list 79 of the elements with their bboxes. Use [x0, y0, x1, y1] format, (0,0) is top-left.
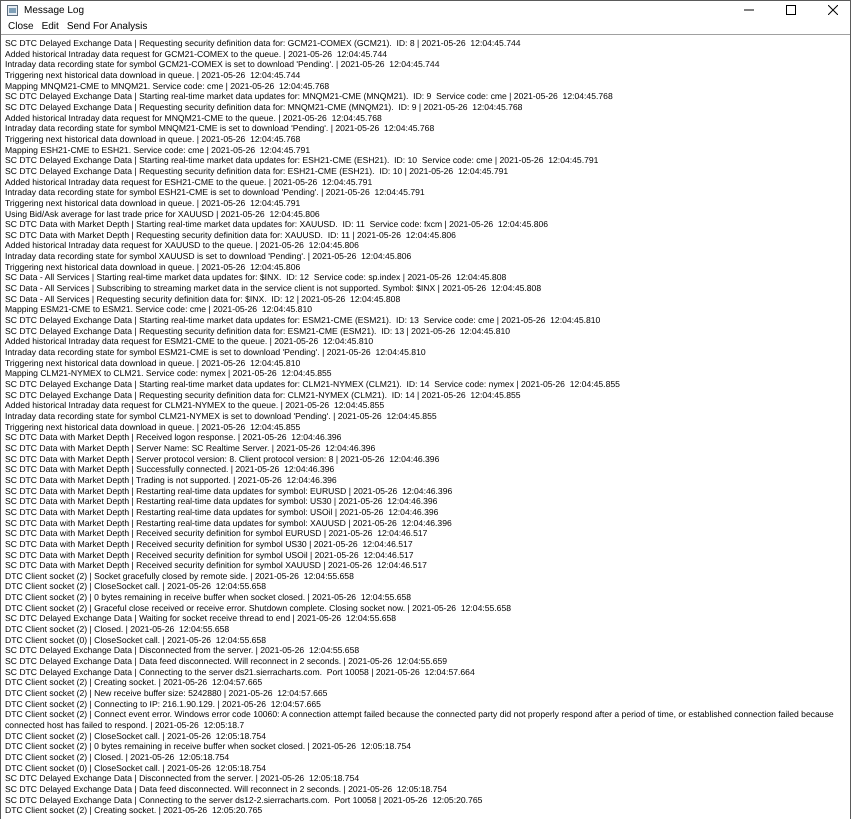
log-line: Mapping CLM21-NYMEX to CLM21. Service code: nymex | 2021-05-26 12:04:45.855: [5, 368, 333, 379]
log-line: DTC Client socket (2) | CloseSocket call. | 2021-05-26 12:04:55.658: [5, 581, 267, 592]
log-line: Triggering next historical data download in queue. | 2021-05-26 12:04:45.768: [5, 134, 302, 145]
log-line: DTC Client socket (2) | Connecting to IP: 216.1.90.129. | 2021-05-26 12:04:57.665: [5, 698, 322, 710]
log-line: SC DTC Delayed Exchange Data | Data feed disconnected. Will reconnect in 2 seconds. | 2021-05-26 12:04:55.659: [5, 656, 448, 667]
log-line: DTC Client socket (2) | Connect event error. Windows error code 10060: A connection attempt failed because the connected party did not properly respond after a period of time, or established connection failed because connected host has failed to respond. | 2021-05-26 12:05:18.7: [5, 709, 835, 731]
log-line: Triggering next historical data download in queue. | 2021-05-26 12:04:45.855: [5, 422, 302, 432]
log-line: SC DTC Data with Market Depth | Received security definition for symbol USOil | 2021-05-26 12:04:46.517: [5, 550, 415, 560]
log-line: Added historical Intraday data request for ESH21-CME to the queue. | 2021-05-26 12:04:45.791: [5, 176, 374, 188]
maximize-icon: [786, 5, 796, 15]
log-line: SC DTC Delayed Exchange Data | Requesting security definition data for: GCM21-COMEX (GCM21). ID: 8 | 2021-05-26 12:04:45.744: [5, 38, 522, 49]
log-line: DTC Client socket (2) | Socket gracefully closed by remote side. | 2021-05-26 12:04:55.658: [5, 570, 355, 582]
log-line: DTC Client socket (2) | CloseSocket call. | 2021-05-26 12:05:18.754: [5, 730, 267, 742]
log-line: Added historical Intraday data request for XAUUSD to the queue. | 2021-05-26 12:04:45.806: [5, 240, 360, 252]
log-line: DTC Client socket (2) | New receive buffer size: 5242880 | 2021-05-26 12:04:57.665: [5, 688, 328, 699]
log-line: DTC Client socket (2) | Graceful close received or receive error. Shutdown complete. Closing socket now. | 2021-05-26 12:04:55.658: [5, 602, 512, 614]
log-line: SC DTC Delayed Exchange Data | Disconnected from the server. | 2021-05-26 12:05:18.754: [5, 773, 360, 784]
log-line: SC DTC Delayed Exchange Data | Requesting security definition data for: ESM21-CME (ESM21). ID: 13 | 2021-05-26 12:04:45.810: [5, 326, 512, 336]
log-line: SC DTC Data with Market Depth | Server Name: SC Realtime Server. | 2021-05-26 12:04:46.396: [5, 442, 376, 454]
log-line: SC DTC Delayed Exchange Data | Connecting to the server ds21.sierracharts.com. Port 10058 | 2021-05-26 12:04:57.664: [5, 666, 476, 678]
log-line: SC DTC Data with Market Depth | Restarting real-time data updates for symbol: XAUUSD | 2021-05-26 12:04:46.396: [5, 518, 453, 528]
log-line: SC DTC Data with Market Depth | Received security definition for symbol EURUSD | 2021-05-26 12:04:46.517: [5, 528, 428, 539]
log-line: Intraday data recording state for symbol ESM21-CME is set to download 'Pending'. | 2021-05-26 12:04:45.810: [5, 347, 427, 358]
log-line: SC Data - All Services | Starting real-time market data updates for: $INX. ID: 12 Service code: sp.index | 2021-05-26 12:04:45.808: [5, 272, 508, 284]
app-icon: [7, 4, 18, 16]
log-line: DTC Client socket (2) | Closed. | 2021-05-26 12:05:18.754: [5, 752, 230, 763]
log-line: Triggering next historical data download in queue. | 2021-05-26 12:04:45.744: [5, 70, 302, 81]
log-line: Added historical Intraday data request for ESM21-CME to the queue. | 2021-05-26 12:04:45.810: [5, 336, 374, 348]
log-line: SC DTC Delayed Exchange Data | Starting real-time market data updates for: ESM21-CME (ESM21). ID: 13 Service code: cme | 2021-05-26 12:04:45.810: [5, 315, 602, 326]
log-line: Added historical Intraday data request for MNQM21-CME to the queue. | 2021-05-26 12:04:45.768: [5, 112, 383, 124]
log-line: SC DTC Delayed Exchange Data | Requesting security definition data for: MNQM21-CME (MNQM21). ID: 9 | 2021-05-26 12:04:45.768: [5, 102, 524, 113]
close-icon: [828, 5, 838, 15]
log-line: SC DTC Delayed Exchange Data | Data feed disconnected. Will reconnect in 2 seconds. | 2021-05-26 12:05:18.754: [5, 784, 448, 795]
log-line: DTC Client socket (2) | Closed. | 2021-05-26 12:04:55.658: [5, 624, 230, 635]
log-line: Triggering next historical data download in queue. | 2021-05-26 12:04:45.806: [5, 262, 302, 272]
menu-item[interactable]: Close: [4, 19, 38, 34]
log-line: SC DTC Delayed Exchange Data | Starting real-time market data updates for: MNQM21-CME (MNQM21). ID: 9 Service code: cme | 2021-05-26 12:04:45.768: [5, 91, 614, 102]
log-line: SC DTC Data with Market Depth | Received security definition for symbol XAUUSD | 2021-05-26 12:04:46.517: [5, 560, 428, 571]
log-line: Triggering next historical data download in queue. | 2021-05-26 12:04:45.791: [5, 198, 302, 208]
log-line: DTC Client socket (2) | 0 bytes remaining in receive buffer when socket closed. | 2021-05-26 12:04:55.658: [5, 592, 412, 603]
log-line: Intraday data recording state for symbol ESH21-CME is set to download 'Pending'. | 2021-05-26 12:04:45.791: [5, 187, 426, 198]
log-line: SC DTC Delayed Exchange Data | Requesting security definition data for: CLM21-NYMEX (CLM21). ID: 14 | 2021-05-26 12:04:45.855: [5, 390, 522, 400]
log-line: SC DTC Delayed Exchange Data | Requesting security definition data for: ESH21-CME (ESH21). ID: 10 | 2021-05-26 12:04:45.791: [5, 166, 510, 177]
window-title: Message Log: [24, 4, 86, 16]
log-line: SC DTC Data with Market Depth | Starting real-time market data updates for: XAUUSD. ID: 11 Service code: fxcm | 2021-05-26 12:04:45.806: [5, 219, 550, 230]
log-line: DTC Client socket (0) | CloseSocket call. | 2021-05-26 12:05:18.754: [5, 762, 267, 774]
log-line: SC DTC Data with Market Depth | Restarting real-time data updates for symbol: EURUSD | 2021-05-26 12:04:46.396: [5, 486, 454, 496]
log-line: DTC Client socket (2) | Creating socket. | 2021-05-26 12:05:20.765: [5, 805, 264, 816]
log-line: DTC Client socket (0) | CloseSocket call. | 2021-05-26 12:04:55.658: [5, 634, 267, 646]
log-line: Intraday data recording state for symbol CLM21-NYMEX is set to download 'Pending'. | 2021-05-26 12:04:45.855: [5, 410, 438, 422]
menu-item[interactable]: Send For Analysis: [62, 19, 152, 34]
log-line: Intraday data recording state for symbol XAUUSD is set to download 'Pending'. | 2021-05-26 12:04:45.806: [5, 251, 412, 262]
log-line: SC DTC Delayed Exchange Data | Starting real-time market data updates for: CLM21-NYMEX (CLM21). ID: 14 Service code: nymex | 2021-05-26 12:04:45.855: [5, 379, 621, 390]
log-line: SC Data - All Services | Subscribing to streaming market data in the service client is not supported. Symbol: $INX | 2021-05-26 12:04:45.808: [5, 283, 542, 294]
log-line: Mapping MNQM21-CME to MNQM21. Service code: cme | 2021-05-26 12:04:45.768: [5, 80, 330, 92]
log-line: SC DTC Data with Market Depth | Received security definition for symbol US30 | 2021-05-26 12:04:46.517: [5, 538, 414, 550]
log-line: SC DTC Data with Market Depth | Restarting real-time data updates for symbol: US30 | 2021-05-26 12:04:46.396: [5, 496, 438, 507]
log-line: SC DTC Delayed Exchange Data | Connecting to the server ds12-2.sierracharts.com. Port 10058 | 2021-05-26 12:05:20.765: [5, 794, 484, 806]
log-line: SC DTC Delayed Exchange Data | Waiting for socket receive thread to end | 2021-05-26 12:04:55.658: [5, 613, 398, 624]
log-line: Intraday data recording state for symbol GCM21-COMEX is set to download 'Pending'. | 2021-05-26 12:04:45.744: [5, 59, 440, 70]
menu-item[interactable]: Edit: [38, 19, 63, 34]
log-line: SC DTC Data with Market Depth | Successfully connected. | 2021-05-26 12:04:46.396: [5, 464, 336, 475]
log-line: Using Bid/Ask average for last trade price for XAUUSD | 2021-05-26 12:04:45.806: [5, 208, 321, 220]
log-line: SC Data - All Services | Requesting security definition data for: $INX. ID: 12 | 2021-05-26 12:04:45.808: [5, 294, 402, 304]
log-line: SC DTC Data with Market Depth | Requesting security definition data for: XAUUSD. ID: 11 | 2021-05-26 12:04:45.806: [5, 230, 457, 240]
log-line: Mapping ESM21-CME to ESM21. Service code: cme | 2021-05-26 12:04:45.810: [5, 304, 313, 316]
log-line: SC DTC Data with Market Depth | Restarting real-time data updates for symbol: USOil | 2021-05-26 12:04:46.396: [5, 506, 440, 518]
log-line: Added historical Intraday data request for GCM21-COMEX to the queue. | 2021-05-26 12:04:45.744: [5, 48, 388, 60]
log-line: Triggering next historical data download in queue. | 2021-05-26 12:04:45.810: [5, 358, 302, 368]
log-line: SC DTC Data with Market Depth | Trading is not supported. | 2021-05-26 12:04:46.396: [5, 474, 338, 486]
log-line: SC DTC Delayed Exchange Data | Disconnected from the server. | 2021-05-26 12:04:55.658: [5, 645, 360, 656]
log-line: SC DTC Delayed Exchange Data | Starting real-time market data updates for: ESH21-CME (ESH21). ID: 10 Service code: cme | 2021-05-26 12:04:45.791: [5, 155, 600, 166]
log-line: DTC Client socket (2) | Creating socket. | 2021-05-26 12:04:57.665: [5, 677, 264, 688]
log-line: Mapping ESH21-CME to ESH21. Service code: cme | 2021-05-26 12:04:45.791: [5, 144, 312, 156]
log-line: SC DTC Data with Market Depth | Received logon response. | 2021-05-26 12:04:46.396: [5, 432, 342, 443]
log-line: Intraday data recording state for symbol MNQM21-CME is set to download 'Pending'. | 2021-05-26 12:04:45.768: [5, 123, 436, 134]
log-line: Added historical Intraday data request for CLM21-NYMEX to the queue. | 2021-05-26 12:04:45.855: [5, 400, 386, 411]
log-line: DTC Client socket (2) | 0 bytes remaining in receive buffer when socket closed. | 2021-05-26 12:05:18.754: [5, 741, 412, 752]
log-line: SC DTC Data with Market Depth | Server protocol version: 8. Client protocol version: 8 | 2021-05-26 12:04:46.396: [5, 454, 440, 464]
